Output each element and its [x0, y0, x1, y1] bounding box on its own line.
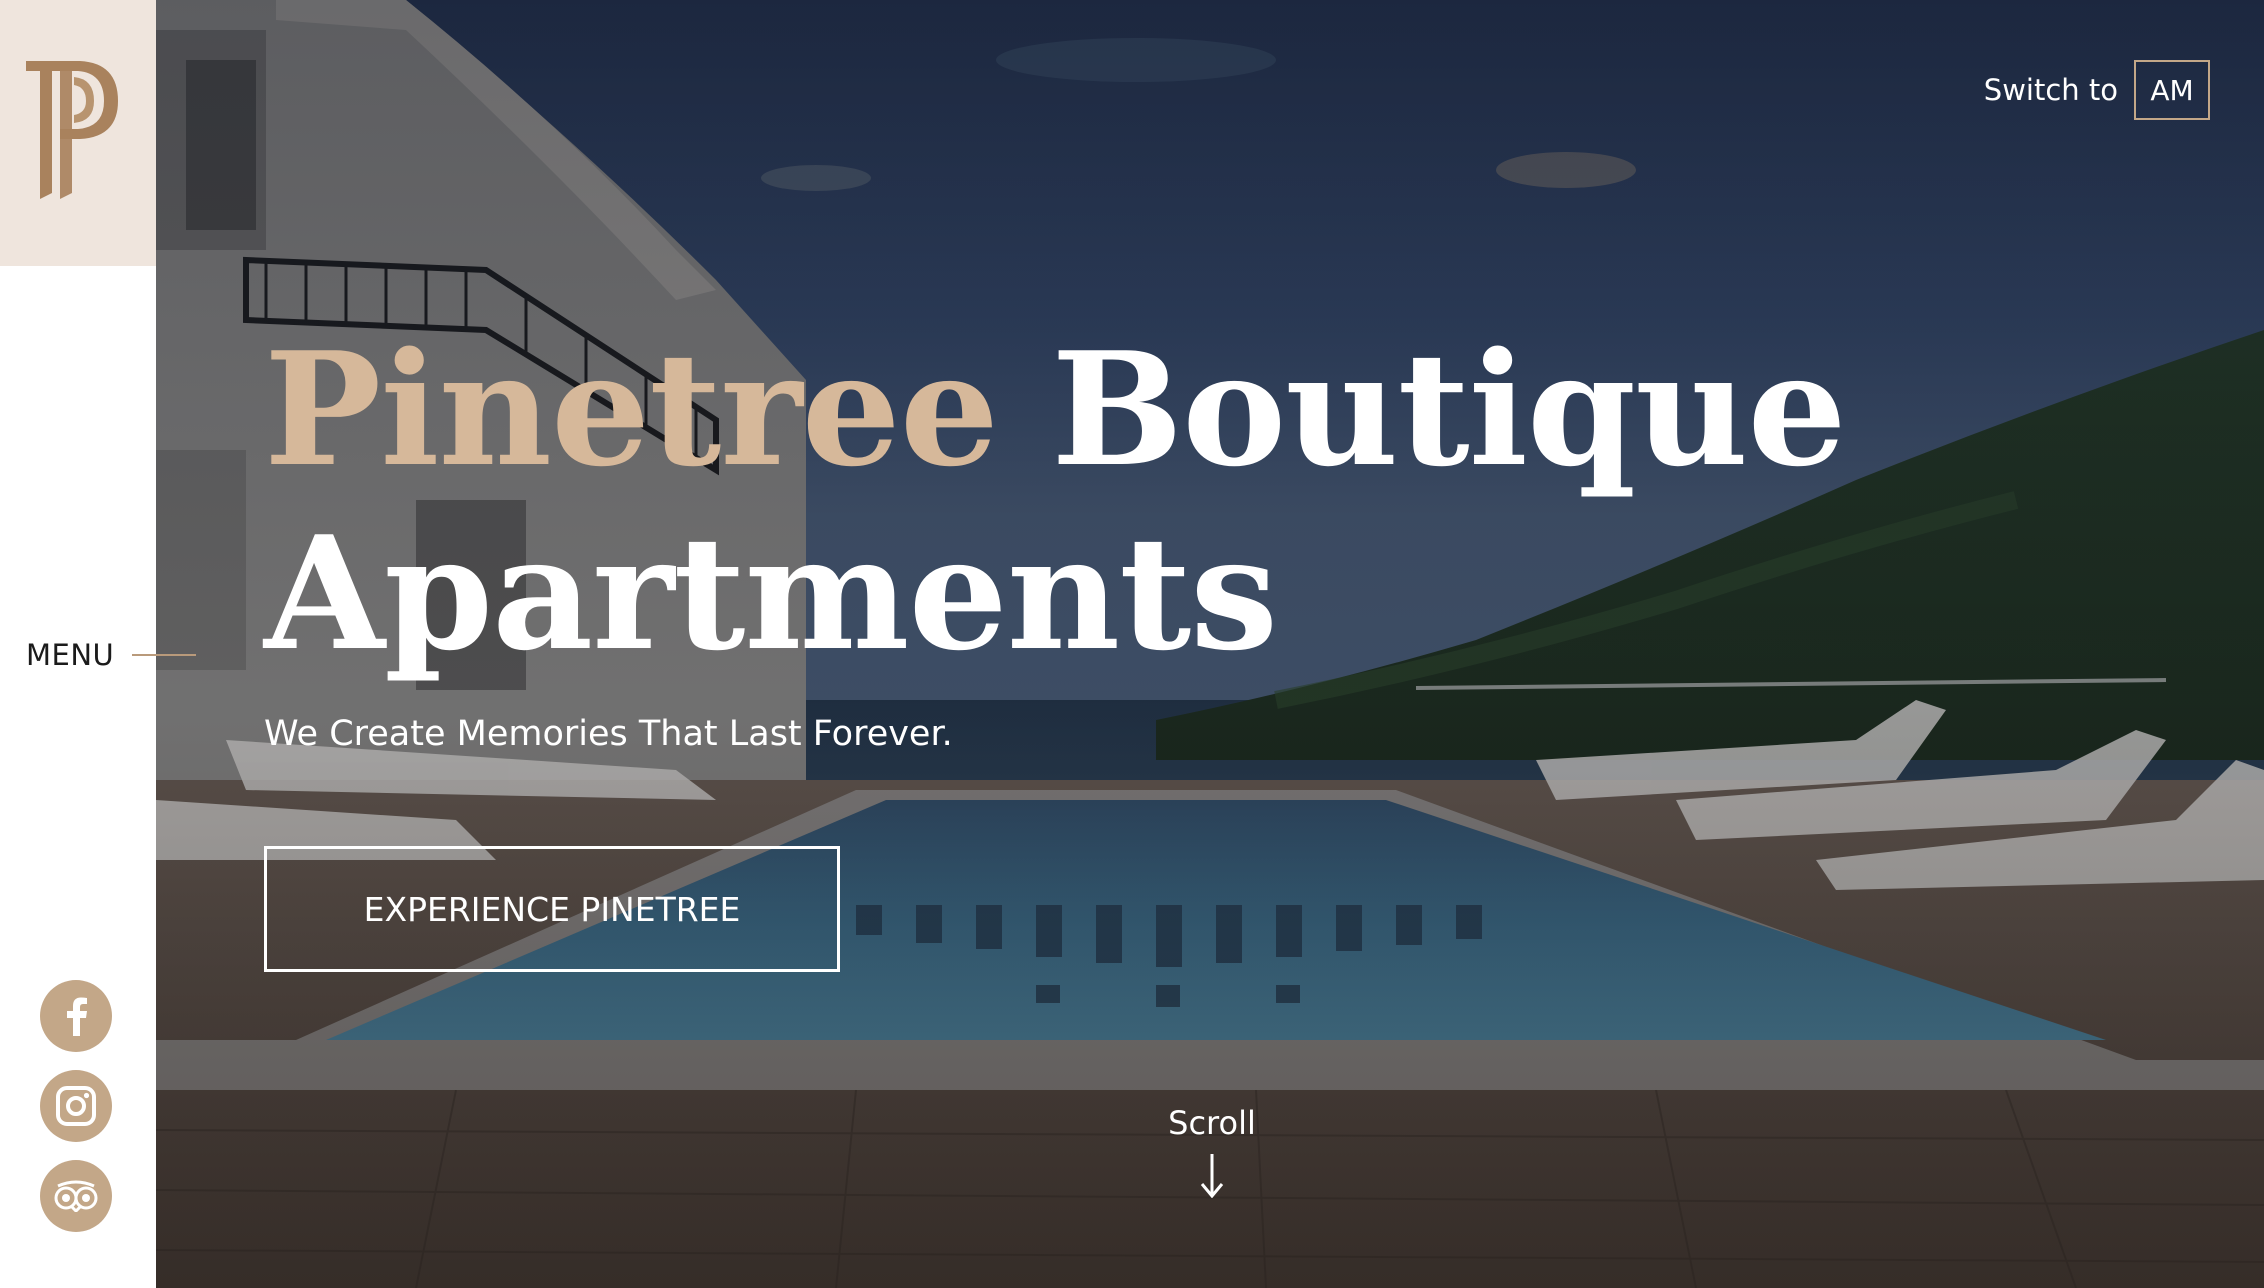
menu-button[interactable]: MENU	[26, 638, 197, 672]
facebook-link[interactable]	[40, 980, 112, 1052]
tripadvisor-link[interactable]	[40, 1160, 112, 1232]
scroll-indicator[interactable]: Scroll	[1168, 1104, 1256, 1198]
facebook-icon	[67, 997, 87, 1036]
hero-title-line1: Boutique	[1051, 318, 1846, 501]
hero-title-line2: Apartments	[264, 502, 1278, 685]
sidebar: MENU	[0, 0, 197, 1288]
logo-mark-icon	[26, 61, 118, 199]
hero-tagline: We Create Memories That Last Forever.	[264, 714, 953, 754]
instagram-link[interactable]	[40, 1070, 112, 1142]
scroll-label: Scroll	[1168, 1104, 1256, 1142]
menu-label: MENU	[26, 638, 115, 672]
hero-title-accent: Pinetree	[264, 318, 999, 501]
language-switch-label: Switch to	[1983, 73, 2118, 107]
instagram-icon	[56, 1086, 96, 1126]
menu-line	[132, 654, 197, 656]
arrow-down-icon	[1200, 1154, 1224, 1198]
logo[interactable]	[0, 0, 156, 266]
experience-button[interactable]: EXPERIENCE PINETREE	[264, 846, 840, 972]
language-button[interactable]: AM	[2134, 60, 2210, 120]
tripadvisor-icon	[54, 1180, 98, 1212]
hero-title: Pinetree Boutique Apartments	[264, 318, 1847, 686]
language-switcher: Switch to AM	[1984, 60, 2210, 120]
